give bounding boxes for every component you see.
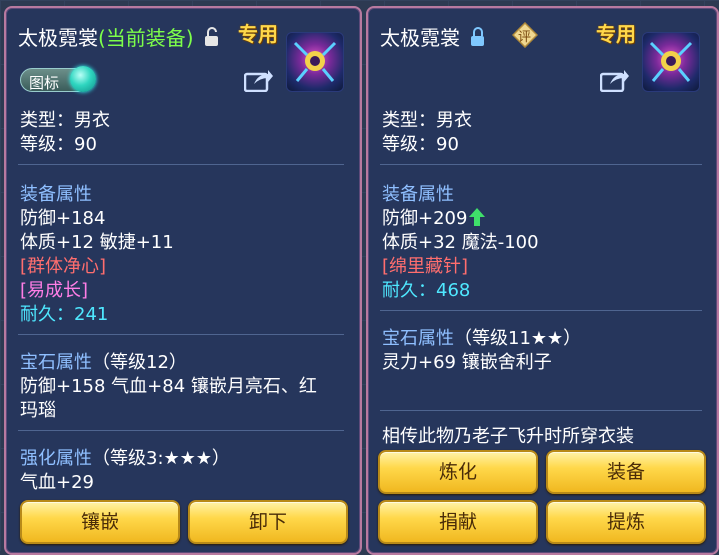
divider: [18, 334, 344, 335]
current-equipment-panel: 太极霓裳(当前装备) 专用 图标 类型：男衣 等级：90 装备属性 防御+184…: [4, 6, 362, 555]
enhance-attr-row: 强化属性（等级3:★★★）: [20, 444, 230, 470]
special-label: 专用: [596, 22, 636, 46]
share-icon[interactable]: [599, 68, 630, 93]
appraise-label: 评: [518, 30, 532, 45]
gem-line-1: 灵力+69 镶嵌舍利子: [382, 352, 552, 373]
durability-value: 241: [74, 304, 109, 325]
equip-button[interactable]: 装备: [546, 450, 706, 494]
durability-text: 耐久：468: [382, 276, 470, 302]
equipment-emblem-icon: [286, 32, 344, 92]
divider: [380, 164, 702, 165]
enhance-line: 气血+29: [20, 472, 94, 493]
level-text: 等级：90: [20, 134, 97, 155]
divider: [18, 164, 344, 165]
current-equipped-label: (当前装备): [98, 26, 194, 50]
defense-text: 防御+209: [382, 208, 468, 229]
equipment-emblem-icon: [642, 32, 700, 92]
level-text: 等级：90: [382, 134, 459, 155]
stats-text: 体质+32 魔法-100: [382, 232, 539, 253]
special-effect-2: [易成长]: [20, 280, 89, 301]
durability-text: 耐久：241: [20, 300, 108, 326]
toggle-label: 图标: [29, 74, 60, 92]
equip-attr-header: 装备属性: [382, 184, 454, 205]
lock-open-icon[interactable]: [204, 27, 220, 52]
icon-toggle[interactable]: 图标: [20, 66, 104, 92]
item-name: 太极霓裳: [380, 26, 460, 50]
item-name: 太极霓裳: [18, 26, 98, 50]
lock-closed-icon[interactable]: [470, 27, 486, 52]
gem-line-1: 防御+158 气血+84 镶嵌月亮石、红: [20, 376, 317, 397]
gem-attr-row: 宝石属性（等级11★★）: [382, 324, 581, 350]
donate-button[interactable]: 捐献: [378, 500, 538, 544]
extract-button[interactable]: 提炼: [546, 500, 706, 544]
compare-item-panel: 太极霓裳 评 专用 类型：男衣 等级：90 装备属性 防御+209 体质+32 …: [366, 6, 719, 555]
divider: [380, 310, 702, 311]
appraise-icon[interactable]: 评: [511, 21, 539, 49]
gem-attr-header: 宝石属性: [382, 328, 454, 349]
defense-text: 防御+184: [20, 208, 106, 229]
defense-row: 防御+209: [382, 204, 486, 231]
durability-label: 耐久：: [382, 280, 436, 301]
special-effect-1: [绵里藏针]: [382, 256, 469, 277]
gem-level: （等级12）: [92, 352, 187, 373]
durability-value: 468: [436, 280, 471, 301]
equip-attr-header: 装备属性: [20, 184, 92, 205]
divider: [18, 430, 344, 431]
special-label: 专用: [238, 22, 278, 46]
gem-attr-header: 宝石属性: [20, 352, 92, 373]
type-text: 类型：男衣: [20, 110, 110, 131]
refine-button[interactable]: 炼化: [378, 450, 538, 494]
enhance-level: （等级3:★★★）: [92, 448, 230, 469]
inlay-button[interactable]: 镶嵌: [20, 500, 180, 544]
item-description: 相传此物乃老子飞升时所穿衣装: [382, 426, 634, 447]
item-title-row: 太极霓裳: [380, 22, 486, 52]
share-icon[interactable]: [243, 68, 274, 93]
gem-level: （等级11★★）: [454, 328, 582, 349]
special-effect-1: [群体净心]: [20, 256, 107, 277]
durability-label: 耐久：: [20, 304, 74, 325]
item-title-row: 太极霓裳(当前装备): [18, 22, 220, 52]
gem-line-2: 玛瑙: [20, 400, 56, 421]
type-text: 类型：男衣: [382, 110, 472, 131]
enhance-attr-header: 强化属性: [20, 448, 92, 469]
gem-attr-row: 宝石属性（等级12）: [20, 348, 187, 374]
toggle-knob[interactable]: [70, 66, 96, 92]
stats-text: 体质+12 敏捷+11: [20, 232, 174, 253]
unequip-button[interactable]: 卸下: [188, 500, 348, 544]
divider: [380, 410, 702, 411]
